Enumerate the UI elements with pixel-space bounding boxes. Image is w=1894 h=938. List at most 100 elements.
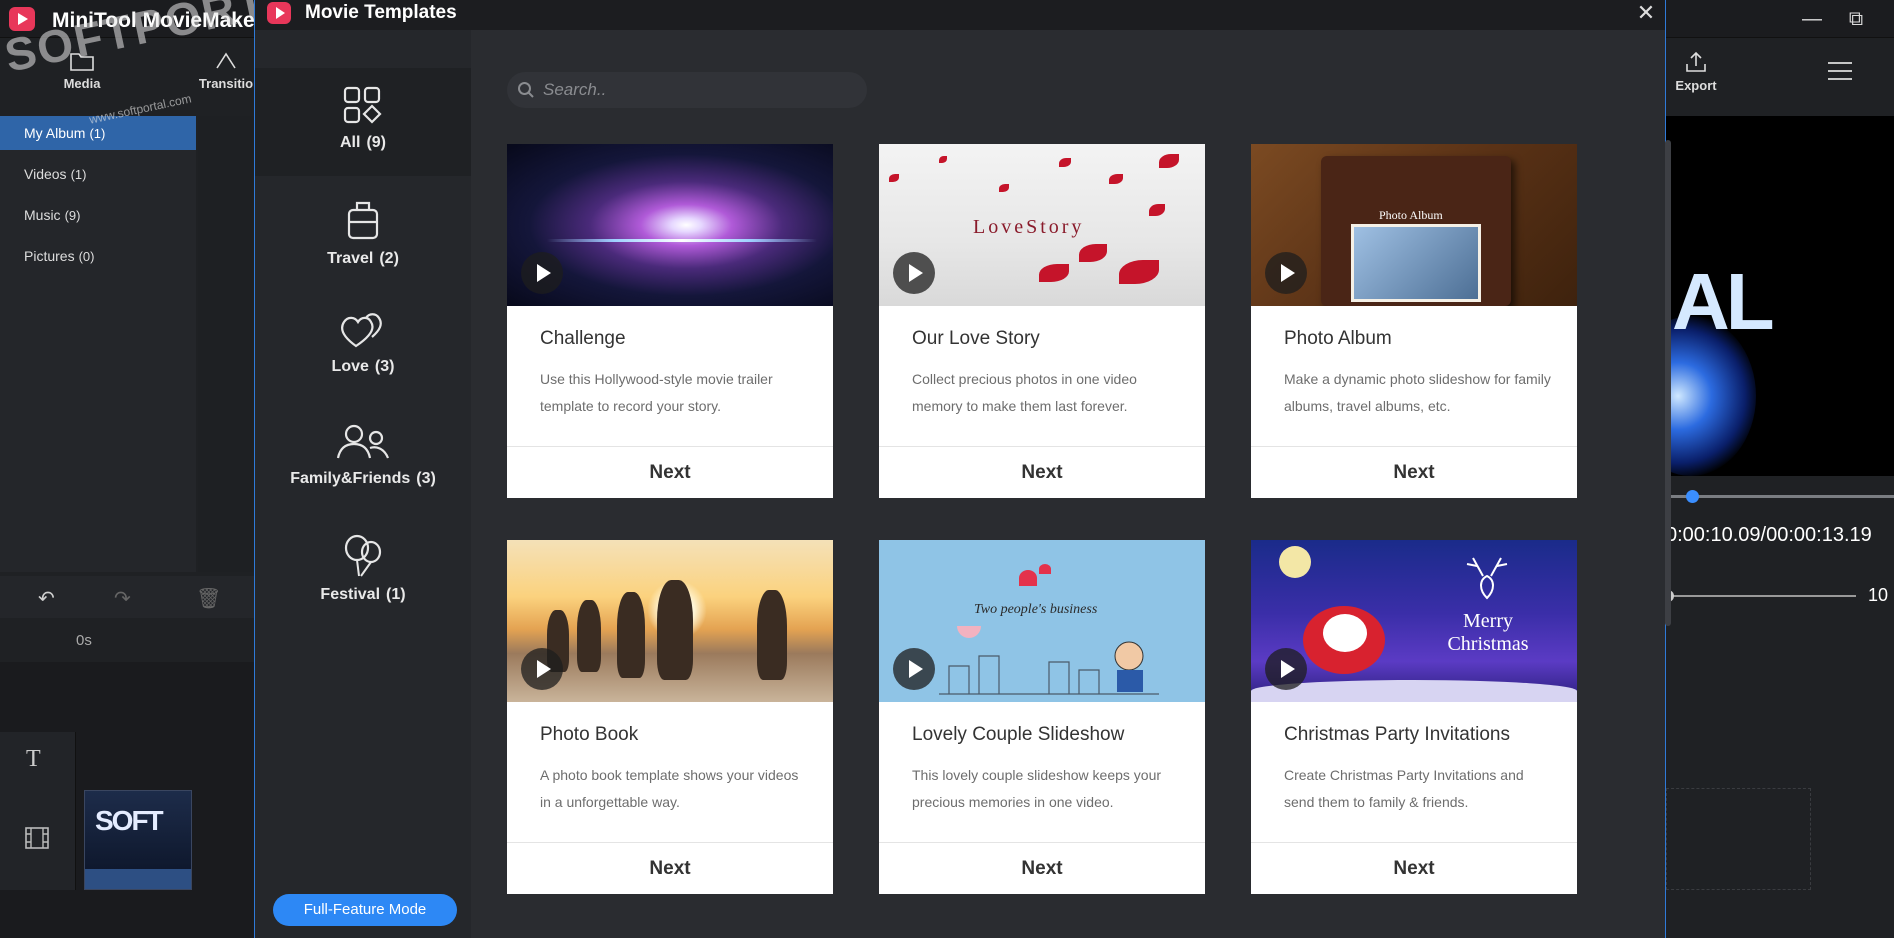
play-icon[interactable]	[521, 648, 563, 690]
category-count: (1)	[386, 586, 406, 603]
category-sidebar: All (9) Travel (2) Love (3) Family&Friend	[255, 30, 471, 938]
template-title: Photo Album	[1284, 328, 1392, 349]
template-thumbnail[interactable]: Two people's business	[879, 540, 1205, 702]
light-flare	[547, 239, 817, 242]
category-festival[interactable]: Festival (1)	[255, 516, 471, 624]
restore-icon[interactable]: ⧉	[1838, 6, 1874, 32]
santa-face	[1323, 614, 1367, 652]
heart-icon	[1019, 570, 1037, 586]
template-description: Use this Hollywood-style movie trailer t…	[540, 371, 773, 414]
template-thumbnail[interactable]: LoveStory	[879, 144, 1205, 306]
next-button[interactable]: Next	[1251, 843, 1577, 894]
category-label: Festival	[320, 586, 381, 603]
template-title: Lovely Couple Slideshow	[912, 724, 1125, 745]
category-all[interactable]: All (9)	[255, 68, 471, 176]
search-box	[507, 72, 867, 108]
petal	[1079, 244, 1107, 262]
media-item-music[interactable]: Music (9)	[0, 198, 196, 232]
next-button[interactable]: Next	[507, 843, 833, 894]
templates-scrollbar[interactable]	[1665, 140, 1671, 626]
category-love[interactable]: Love (3)	[255, 292, 471, 400]
template-description: Make a dynamic photo slideshow for famil…	[1284, 371, 1551, 414]
thumbnail-title-text: LoveStory	[973, 216, 1085, 238]
template-thumbnail[interactable]: Merry Christmas	[1251, 540, 1577, 702]
template-card-photo-book[interactable]: Photo Book A photo book template shows y…	[507, 540, 833, 894]
template-card-photo-album[interactable]: Photo Album Photo Album Make a dynamic p…	[1251, 144, 1577, 498]
next-button[interactable]: Next	[507, 447, 833, 498]
category-count: (2)	[379, 250, 399, 267]
full-feature-mode-button[interactable]: Full-Feature Mode	[273, 894, 457, 926]
thumbnail-title-text: Photo Album	[1379, 208, 1443, 222]
template-card-christmas-party-invitations[interactable]: Merry Christmas Christmas Party Invitati…	[1251, 540, 1577, 894]
text-track-icon: T	[26, 746, 41, 772]
grid-icon	[343, 86, 382, 124]
export-button[interactable]: Export	[1656, 50, 1736, 93]
category-label: Family&Friends	[290, 470, 411, 487]
transition-slot[interactable]	[1666, 788, 1811, 890]
delete-icon[interactable]: 🗑	[196, 586, 221, 611]
category-travel[interactable]: Travel (2)	[255, 180, 471, 288]
moon	[1279, 546, 1311, 578]
media-item-count: (0)	[78, 249, 95, 264]
close-icon[interactable]: ✕	[1633, 0, 1659, 26]
person-silhouette	[657, 580, 693, 680]
petal	[1039, 264, 1069, 282]
media-grid	[198, 116, 254, 572]
play-icon[interactable]	[521, 252, 563, 294]
templates-content: Challenge Use this Hollywood-style movie…	[473, 30, 1665, 938]
next-button[interactable]: Next	[879, 447, 1205, 498]
menu-button[interactable]	[1800, 60, 1880, 86]
media-item-pictures[interactable]: Pictures (0)	[0, 239, 196, 273]
minimize-icon[interactable]: —	[1794, 6, 1830, 32]
export-icon	[1686, 51, 1706, 72]
petal	[939, 156, 947, 163]
dialog-header: Movie Templates ✕	[255, 0, 1665, 30]
category-label: All	[339, 134, 361, 151]
person-silhouette	[617, 592, 645, 678]
redo-icon[interactable]: ↷	[114, 586, 131, 611]
template-thumbnail[interactable]	[507, 144, 833, 306]
undo-icon[interactable]: ↶	[38, 586, 55, 611]
heart-icon	[1039, 564, 1051, 574]
volume-value: 10	[1868, 585, 1889, 605]
playback-progress-track[interactable]	[1666, 495, 1894, 498]
next-button[interactable]: Next	[879, 843, 1205, 894]
volume-slider-track[interactable]	[1666, 595, 1856, 597]
clip-thumb-text: SOFT	[95, 805, 164, 836]
time-readout: 0:00:10.09/00:00:13.19	[1666, 524, 1872, 546]
media-library-panel: My Album (1) Videos (1) Music (9) Pictures(…	[0, 116, 196, 572]
template-description: This lovely couple slideshow keeps your …	[912, 767, 1162, 810]
reindeer-icon	[1466, 557, 1508, 600]
template-thumbnail[interactable]: Photo Album	[1251, 144, 1577, 306]
play-icon[interactable]	[893, 252, 935, 294]
hamburger-menu-icon	[1828, 62, 1852, 80]
petal	[1059, 158, 1071, 167]
play-icon[interactable]	[1265, 648, 1307, 690]
template-description: Collect precious photos in one video mem…	[912, 371, 1137, 414]
template-card-challenge[interactable]: Challenge Use this Hollywood-style movie…	[507, 144, 833, 498]
video-clip[interactable]: SOFT	[84, 790, 192, 890]
petal	[1109, 174, 1123, 184]
media-item-videos[interactable]: Videos (1)	[0, 157, 196, 191]
template-thumbnail[interactable]	[507, 540, 833, 702]
preview-title-text: AL	[1672, 257, 1775, 346]
luggage-icon	[347, 201, 379, 240]
movie-templates-dialog: Movie Templates ✕ All (9) Travel (2) Lov…	[254, 0, 1671, 938]
template-title: Our Love Story	[912, 328, 1040, 349]
dialog-logo-icon	[267, 2, 291, 24]
template-card-our-love-story[interactable]: LoveStory Our Love Story Collect preciou…	[879, 144, 1205, 498]
timeline-ruler: 0s	[0, 618, 254, 662]
search-input[interactable]	[543, 72, 853, 108]
export-label: Export	[1675, 78, 1717, 93]
media-item-label: Pictures	[24, 248, 75, 264]
category-family-friends[interactable]: Family&Friends (3)	[255, 404, 471, 512]
playback-progress-handle[interactable]	[1686, 490, 1699, 503]
next-button[interactable]: Next	[1251, 447, 1577, 498]
template-title: Christmas Party Invitations	[1284, 724, 1510, 745]
play-icon[interactable]	[893, 648, 935, 690]
play-icon[interactable]	[1265, 252, 1307, 294]
petal	[889, 174, 899, 182]
category-label: Travel	[327, 250, 374, 267]
template-card-lovely-couple-slideshow[interactable]: Two people's business Lovely Couple Slid…	[879, 540, 1205, 894]
search-icon	[518, 82, 534, 98]
